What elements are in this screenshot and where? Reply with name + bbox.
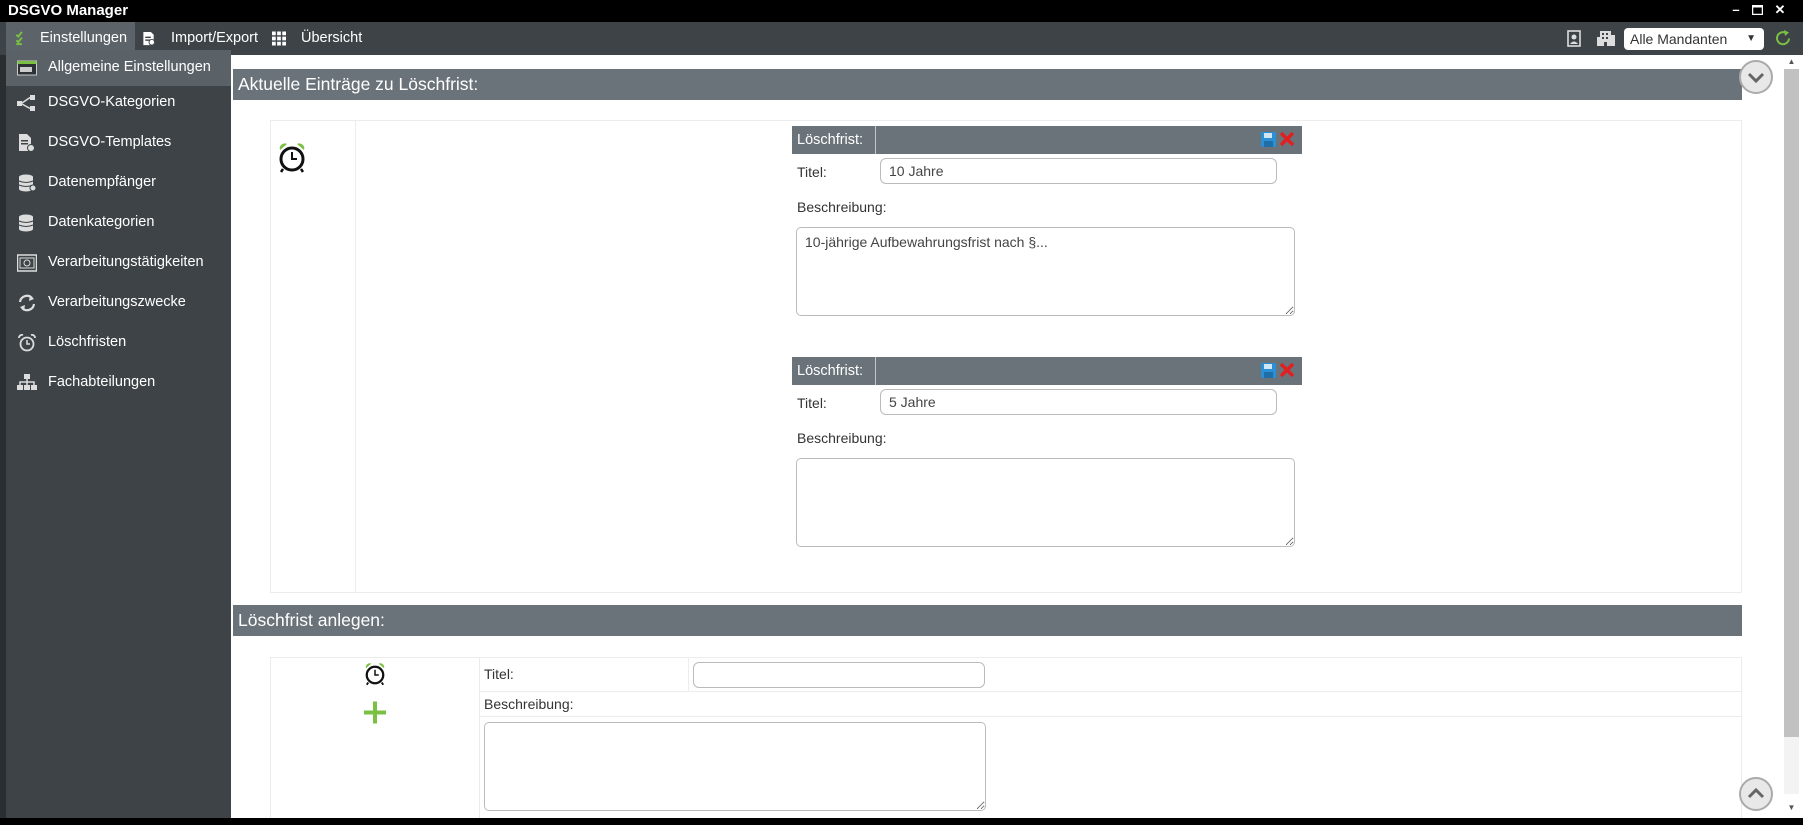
alarm-clock-icon: [18, 334, 36, 352]
description-label: Beschreibung:: [484, 696, 574, 712]
building-icon[interactable]: [1597, 30, 1615, 47]
description-label: Beschreibung:: [797, 430, 887, 446]
divider: [875, 357, 876, 385]
contact-card-icon[interactable]: [1567, 30, 1583, 47]
new-description-textarea[interactable]: [484, 722, 986, 811]
entry-header-label: Löschfrist:: [797, 132, 864, 148]
sidebar-item-loeschfristen[interactable]: Löschfristen: [6, 325, 231, 361]
chevron-up-icon: [1747, 787, 1765, 799]
menu-uebersicht-label: Übersicht: [301, 30, 363, 46]
section-heading-create: Löschfrist anlegen:: [233, 605, 1742, 636]
maximize-icon[interactable]: [1748, 1, 1766, 19]
grid-icon: [272, 31, 286, 46]
cycle-arrows-icon: [18, 294, 36, 312]
scrollbar-thumb[interactable]: [1784, 69, 1799, 737]
description-label: Beschreibung:: [797, 199, 887, 215]
settings-window-icon: [17, 60, 37, 76]
add-icon[interactable]: [363, 700, 387, 725]
panel-divider: [479, 657, 480, 818]
sidebar-item-verarbeitungszwecke[interactable]: Verarbeitungszwecke: [6, 285, 231, 321]
chevron-down-icon: ▼: [1746, 33, 1756, 44]
sidebar-item-label: Datenkategorien: [48, 214, 155, 230]
title-label: Titel:: [797, 164, 827, 180]
collapse-button[interactable]: [1739, 60, 1773, 94]
safe-icon: [17, 254, 37, 272]
panel-divider: [355, 120, 356, 593]
delete-icon[interactable]: [1280, 132, 1294, 146]
sidebar-item-dsgvo-kategorien[interactable]: DSGVO-Kategorien: [6, 85, 231, 121]
close-icon[interactable]: ✕: [1771, 1, 1789, 19]
refresh-icon[interactable]: [1774, 29, 1793, 48]
sidebar-item-label: Verarbeitungszwecke: [48, 294, 186, 310]
row-divider: [479, 691, 1742, 692]
sidebar-item-dsgvo-templates[interactable]: DSGVO-Templates: [6, 125, 231, 161]
sidebar-item-label: DSGVO-Templates: [48, 134, 172, 150]
template-doc-icon: [19, 134, 35, 152]
entry-header: Löschfrist:: [792, 126, 1302, 154]
main-content: Aktuelle Einträge zu Löschfrist: Löschfr…: [231, 55, 1780, 818]
entry-header-label: Löschfrist:: [797, 363, 864, 379]
row-divider: [479, 716, 1742, 717]
bottom-border: [0, 818, 1803, 825]
sidebar-item-verarbeitungstaetigkeiten[interactable]: Verarbeitungstätigkeiten: [6, 245, 231, 281]
sidebar-item-label: DSGVO-Kategorien: [48, 94, 176, 110]
title-label: Titel:: [484, 666, 514, 682]
new-title-input[interactable]: [693, 662, 985, 688]
title-bar: DSGVO Manager – ✕: [0, 0, 1803, 22]
sidebar-item-fachabteilungen[interactable]: Fachabteilungen: [6, 365, 231, 401]
sidebar-item-allgemeine-einstellungen[interactable]: Allgemeine Einstellungen: [6, 50, 231, 86]
menu-bar: Einstellungen Import/Export Übersicht Al…: [0, 22, 1803, 55]
sidebar-item-label: Verarbeitungstätigkeiten: [48, 254, 204, 270]
chevron-down-icon: [1747, 72, 1765, 84]
title-input[interactable]: [880, 158, 1277, 184]
section-heading-current: Aktuelle Einträge zu Löschfrist:: [233, 69, 1742, 100]
org-chart-icon: [17, 374, 37, 390]
database-icon: [18, 174, 37, 192]
section-heading-current-text: Aktuelle Einträge zu Löschfrist:: [238, 74, 479, 94]
sidebar-item-datenempfaenger[interactable]: Datenempfänger: [6, 165, 231, 201]
sidebar-item-label: Fachabteilungen: [48, 374, 156, 390]
delete-icon[interactable]: [1280, 363, 1294, 377]
sidebar: Allgemeine Einstellungen DSGVO-Kategorie…: [0, 50, 231, 818]
data-stack-icon: [18, 214, 34, 232]
section-heading-create-text: Löschfrist anlegen:: [238, 610, 385, 630]
mandant-select-value: Alle Mandanten: [1630, 31, 1728, 47]
sidebar-item-datenkategorien[interactable]: Datenkategorien: [6, 205, 231, 241]
document-icon: [143, 31, 156, 46]
description-textarea[interactable]: [796, 458, 1295, 547]
description-textarea[interactable]: 10-jährige Aufbewahrungsfrist nach §...: [796, 227, 1295, 316]
alarm-clock-icon: [365, 663, 385, 686]
alarm-clock-icon: [279, 143, 305, 173]
title-input[interactable]: [880, 389, 1277, 415]
minimize-icon[interactable]: –: [1727, 1, 1745, 19]
sidebar-item-label: Allgemeine Einstellungen: [48, 59, 211, 75]
checklist-icon: [15, 31, 23, 46]
panel-divider: [688, 657, 689, 692]
scroll-up-arrow-icon[interactable]: ▲: [1784, 57, 1799, 69]
window-title: DSGVO Manager: [8, 2, 129, 19]
save-icon[interactable]: [1261, 132, 1276, 147]
scroll-top-button[interactable]: [1739, 777, 1773, 811]
scroll-down-arrow-icon[interactable]: ▼: [1784, 803, 1799, 815]
save-icon[interactable]: [1261, 363, 1276, 378]
share-nodes-icon: [17, 95, 35, 111]
scrollbar[interactable]: ▲ ▼: [1780, 55, 1803, 818]
title-label: Titel:: [797, 395, 827, 411]
menu-uebersicht[interactable]: Übersicht: [266, 22, 366, 55]
divider: [875, 126, 876, 154]
sidebar-item-label: Löschfristen: [48, 334, 127, 350]
entry-header: Löschfrist:: [792, 357, 1302, 385]
mandant-select[interactable]: Alle Mandanten ▼: [1624, 28, 1764, 50]
sidebar-item-label: Datenempfänger: [48, 174, 157, 190]
